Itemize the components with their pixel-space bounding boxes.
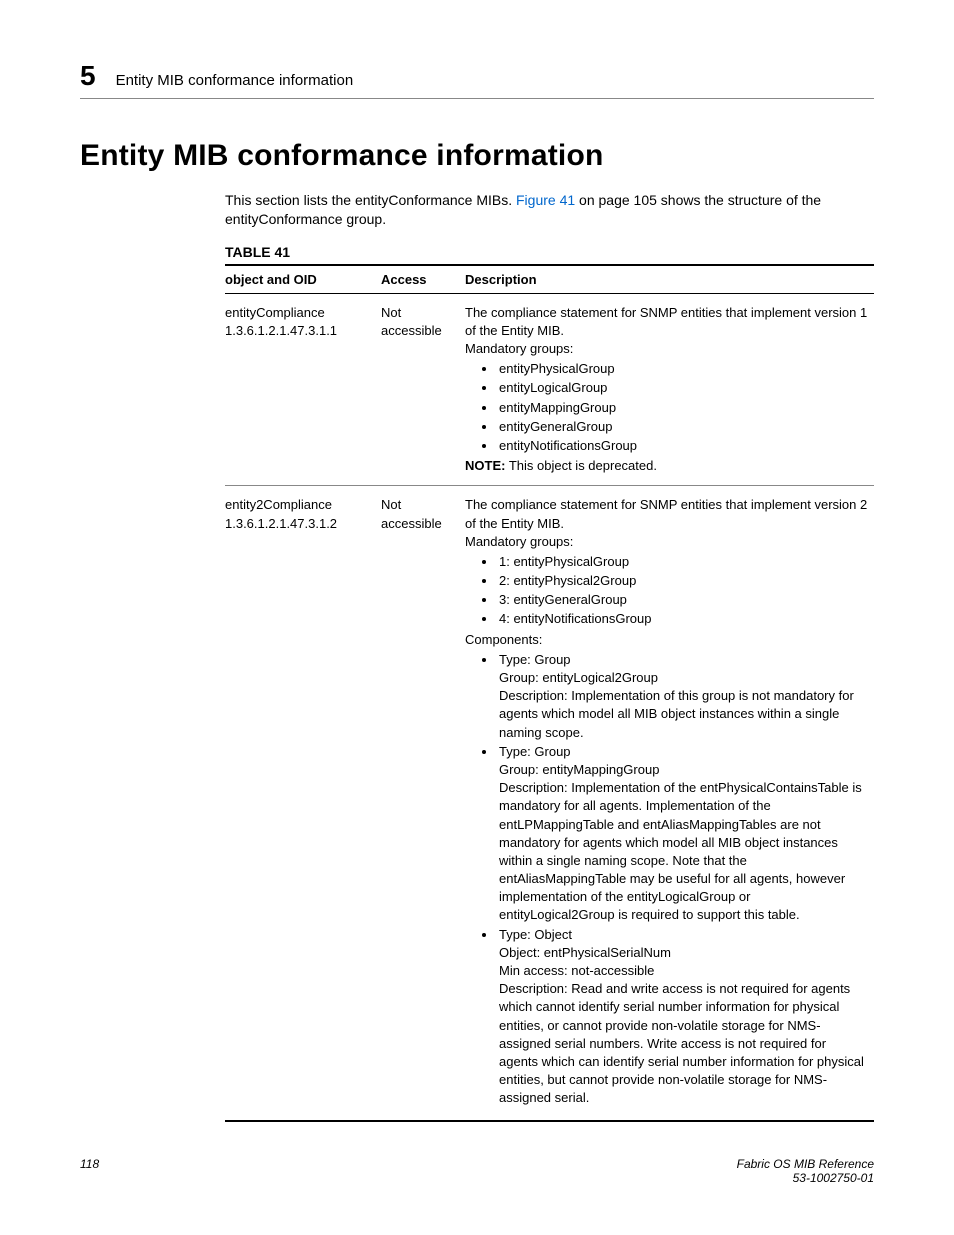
table-caption: TABLE 41	[225, 244, 874, 264]
intro-paragraph: This section lists the entityConformance…	[225, 191, 874, 230]
object-name: entity2Compliance	[225, 496, 375, 514]
object-oid: 1.3.6.1.2.1.47.3.1.2	[225, 515, 375, 533]
component-line: Object: entPhysicalSerialNum	[499, 944, 868, 962]
list-item: entityPhysicalGroup	[497, 360, 868, 378]
component-line: Description: Implementation of this grou…	[499, 687, 868, 742]
component-line: Description: Read and write access is no…	[499, 980, 868, 1107]
page-number: 118	[80, 1157, 99, 1185]
col-header-description: Description	[465, 265, 874, 294]
conformance-table: object and OID Access Description entity…	[225, 264, 874, 1122]
list-item: entityMappingGroup	[497, 399, 868, 417]
mandatory-label: Mandatory groups:	[465, 340, 868, 358]
mandatory-list: entityPhysicalGroup entityLogicalGroup e…	[465, 360, 868, 455]
col-header-object: object and OID	[225, 265, 381, 294]
list-item: 1: entityPhysicalGroup	[497, 553, 868, 571]
object-name: entityCompliance	[225, 304, 375, 322]
component-line: Group: entityLogical2Group	[499, 669, 868, 687]
desc-intro: The compliance statement for SNMP entiti…	[465, 496, 868, 532]
note-label: NOTE:	[465, 458, 505, 473]
page-footer: 118 Fabric OS MIB Reference 53-1002750-0…	[80, 1157, 874, 1185]
component-line: Group: entityMappingGroup	[499, 761, 868, 779]
components-list: Type: Group Group: entityLogical2Group D…	[465, 651, 868, 1108]
running-head: Entity MIB conformance information	[116, 72, 354, 89]
table-row: entityCompliance 1.3.6.1.2.1.47.3.1.1 No…	[225, 293, 874, 486]
chapter-number: 5	[80, 60, 96, 92]
desc-intro: The compliance statement for SNMP entiti…	[465, 304, 868, 340]
list-item: Type: Object Object: entPhysicalSerialNu…	[497, 926, 868, 1108]
cell-object: entityCompliance 1.3.6.1.2.1.47.3.1.1	[225, 293, 381, 486]
list-item: 2: entityPhysical2Group	[497, 572, 868, 590]
list-item: Type: Group Group: entityLogical2Group D…	[497, 651, 868, 742]
cell-description: The compliance statement for SNMP entiti…	[465, 293, 874, 486]
component-heading: Type: Group	[499, 652, 571, 667]
component-line: Min access: not-accessible	[499, 962, 868, 980]
page-header: 5 Entity MIB conformance information	[80, 60, 874, 99]
list-item: entityLogicalGroup	[497, 379, 868, 397]
list-item: entityGeneralGroup	[497, 418, 868, 436]
note-line: NOTE: This object is deprecated.	[465, 457, 868, 475]
component-heading: Type: Object	[499, 927, 572, 942]
note-text: This object is deprecated.	[505, 458, 657, 473]
list-item: Type: Group Group: entityMappingGroup De…	[497, 743, 868, 925]
footer-right: Fabric OS MIB Reference 53-1002750-01	[737, 1157, 874, 1185]
list-item: 4: entityNotificationsGroup	[497, 610, 868, 628]
cell-object: entity2Compliance 1.3.6.1.2.1.47.3.1.2	[225, 486, 381, 1121]
mandatory-label: Mandatory groups:	[465, 533, 868, 551]
component-line: Description: Implementation of the entPh…	[499, 779, 868, 925]
intro-text-1: This section lists the entityConformance…	[225, 192, 516, 208]
list-item: 3: entityGeneralGroup	[497, 591, 868, 609]
cell-access: Not accessible	[381, 486, 465, 1121]
object-oid: 1.3.6.1.2.1.47.3.1.1	[225, 322, 375, 340]
cell-description: The compliance statement for SNMP entiti…	[465, 486, 874, 1121]
col-header-access: Access	[381, 265, 465, 294]
mandatory-list: 1: entityPhysicalGroup 2: entityPhysical…	[465, 553, 868, 629]
component-heading: Type: Group	[499, 744, 571, 759]
section-title: Entity MIB conformance information	[80, 139, 874, 173]
doc-title: Fabric OS MIB Reference	[737, 1157, 874, 1171]
doc-id: 53-1002750-01	[737, 1171, 874, 1185]
cell-access: Not accessible	[381, 293, 465, 486]
figure-link[interactable]: Figure 41	[516, 192, 575, 208]
components-label: Components:	[465, 631, 868, 649]
list-item: entityNotificationsGroup	[497, 437, 868, 455]
table-row: entity2Compliance 1.3.6.1.2.1.47.3.1.2 N…	[225, 486, 874, 1121]
